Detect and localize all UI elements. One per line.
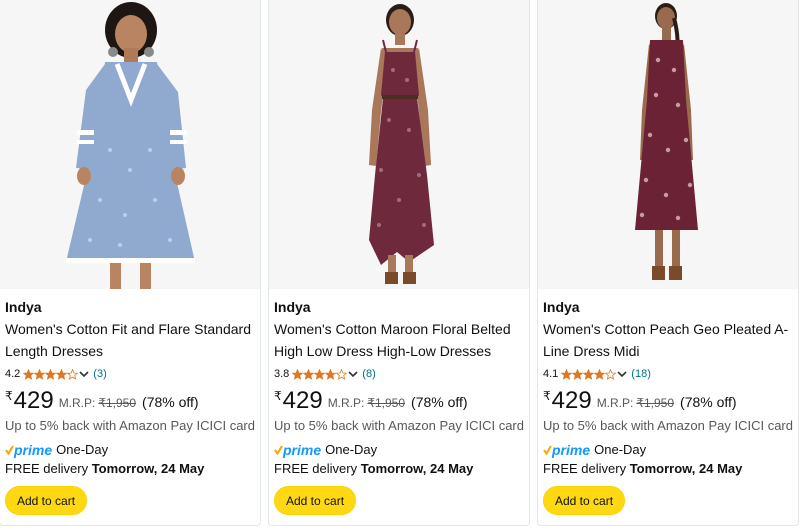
peach-dress-model-image: [538, 0, 798, 289]
star-icon: [23, 368, 35, 380]
delivery-info: FREE delivery Tomorrow, 24 May: [5, 460, 257, 478]
review-count-link[interactable]: (3): [93, 366, 106, 382]
star-icon: [67, 368, 79, 380]
prime-check-icon: [274, 445, 283, 455]
prime-badge: prime One-Day: [5, 441, 257, 459]
star-icon: [605, 368, 617, 380]
product-image[interactable]: [0, 0, 260, 289]
discount-percent: (78% off): [142, 394, 199, 410]
maroon-dress-model-image: [269, 0, 529, 289]
prime-badge: prime One-Day: [274, 441, 526, 459]
add-to-cart-button[interactable]: Add to cart: [5, 486, 88, 515]
product-card: Indya Women's Cotton Maroon Floral Belte…: [268, 0, 530, 526]
prime-check-icon: [5, 445, 14, 455]
currency-symbol: ₹: [274, 389, 282, 403]
star-icon: [583, 368, 595, 380]
star-icon: [303, 368, 315, 380]
one-day-label: One-Day: [594, 442, 647, 457]
rating-value: 3.8: [274, 368, 290, 380]
review-count-link[interactable]: (18): [631, 366, 651, 382]
rating-row: 4.2 (3): [5, 366, 257, 382]
price[interactable]: 429: [14, 388, 54, 414]
price-row: ₹ 429 M.R.P: ₹1,950 (78% off): [274, 388, 526, 414]
delivery-info: FREE delivery Tomorrow, 24 May: [543, 460, 795, 478]
star-icon: [314, 368, 326, 380]
product-image[interactable]: [269, 0, 529, 289]
mrp-label: M.R.P:: [327, 396, 365, 410]
prime-logo: prime: [552, 442, 591, 458]
cashback-offer: Up to 5% back with Amazon Pay ICICI card: [543, 418, 793, 433]
mrp-label: M.R.P:: [58, 396, 96, 410]
star-icon: [56, 368, 68, 380]
delivery-date: Tomorrow, 24 May: [360, 461, 474, 476]
chevron-down-icon[interactable]: [348, 370, 358, 378]
add-to-cart-button[interactable]: Add to cart: [543, 486, 626, 515]
rating-value: 4.1: [543, 368, 559, 380]
rating-row: 4.1 (18): [543, 366, 795, 382]
currency-symbol: ₹: [5, 389, 13, 403]
one-day-label: One-Day: [56, 442, 109, 457]
chevron-down-icon[interactable]: [79, 370, 89, 378]
star-icon: [325, 368, 337, 380]
prime-check-icon: [543, 445, 552, 455]
product-brand: Indya: [274, 299, 311, 315]
product-title-link[interactable]: Women's Cotton Fit and Flare Standard Le…: [5, 318, 257, 362]
chevron-down-icon[interactable]: [617, 370, 627, 378]
discount-percent: (78% off): [411, 394, 468, 410]
star-icon: [34, 368, 46, 380]
product-card: Indya Women's Cotton Fit and Flare Stand…: [0, 0, 261, 526]
product-image[interactable]: [538, 0, 798, 289]
discount-percent: (78% off): [680, 394, 737, 410]
blue-dress-model-image: [0, 0, 260, 289]
star-icon: [292, 368, 304, 380]
mrp-price: ₹1,950: [367, 396, 406, 410]
add-to-cart-button[interactable]: Add to cart: [274, 486, 357, 515]
price[interactable]: 429: [283, 388, 323, 414]
product-card: Indya Women's Cotton Peach Geo Pleated A…: [537, 0, 799, 526]
star-icon: [561, 368, 573, 380]
product-title-link[interactable]: Women's Cotton Maroon Floral Belted High…: [274, 318, 526, 362]
delivery-prefix: FREE delivery: [543, 461, 627, 476]
delivery-prefix: FREE delivery: [5, 461, 89, 476]
cashback-offer: Up to 5% back with Amazon Pay ICICI card: [5, 418, 255, 433]
mrp-price: ₹1,950: [636, 396, 675, 410]
cashback-offer: Up to 5% back with Amazon Pay ICICI card: [274, 418, 524, 433]
delivery-date: Tomorrow, 24 May: [629, 461, 743, 476]
star-rating-icon[interactable]: [23, 368, 79, 380]
rating-value: 4.2: [5, 368, 21, 380]
delivery-prefix: FREE delivery: [274, 461, 358, 476]
rating-row: 3.8 (8): [274, 366, 526, 382]
currency-symbol: ₹: [543, 389, 551, 403]
star-rating-icon[interactable]: [292, 368, 348, 380]
star-icon: [336, 368, 348, 380]
mrp-price: ₹1,950: [98, 396, 137, 410]
product-brand: Indya: [543, 299, 580, 315]
star-icon: [594, 368, 606, 380]
product-title-link[interactable]: Women's Cotton Peach Geo Pleated A-Line …: [543, 318, 795, 362]
price-row: ₹ 429 M.R.P: ₹1,950 (78% off): [5, 388, 257, 414]
star-icon: [45, 368, 57, 380]
delivery-info: FREE delivery Tomorrow, 24 May: [274, 460, 526, 478]
price[interactable]: 429: [552, 388, 592, 414]
one-day-label: One-Day: [325, 442, 378, 457]
star-icon: [572, 368, 584, 380]
delivery-date: Tomorrow, 24 May: [91, 461, 205, 476]
prime-logo: prime: [14, 442, 53, 458]
mrp-label: M.R.P:: [596, 396, 634, 410]
star-rating-icon[interactable]: [561, 368, 617, 380]
prime-logo: prime: [283, 442, 322, 458]
review-count-link[interactable]: (8): [362, 366, 375, 382]
prime-badge: prime One-Day: [543, 441, 795, 459]
price-row: ₹ 429 M.R.P: ₹1,950 (78% off): [543, 388, 795, 414]
product-brand: Indya: [5, 299, 42, 315]
